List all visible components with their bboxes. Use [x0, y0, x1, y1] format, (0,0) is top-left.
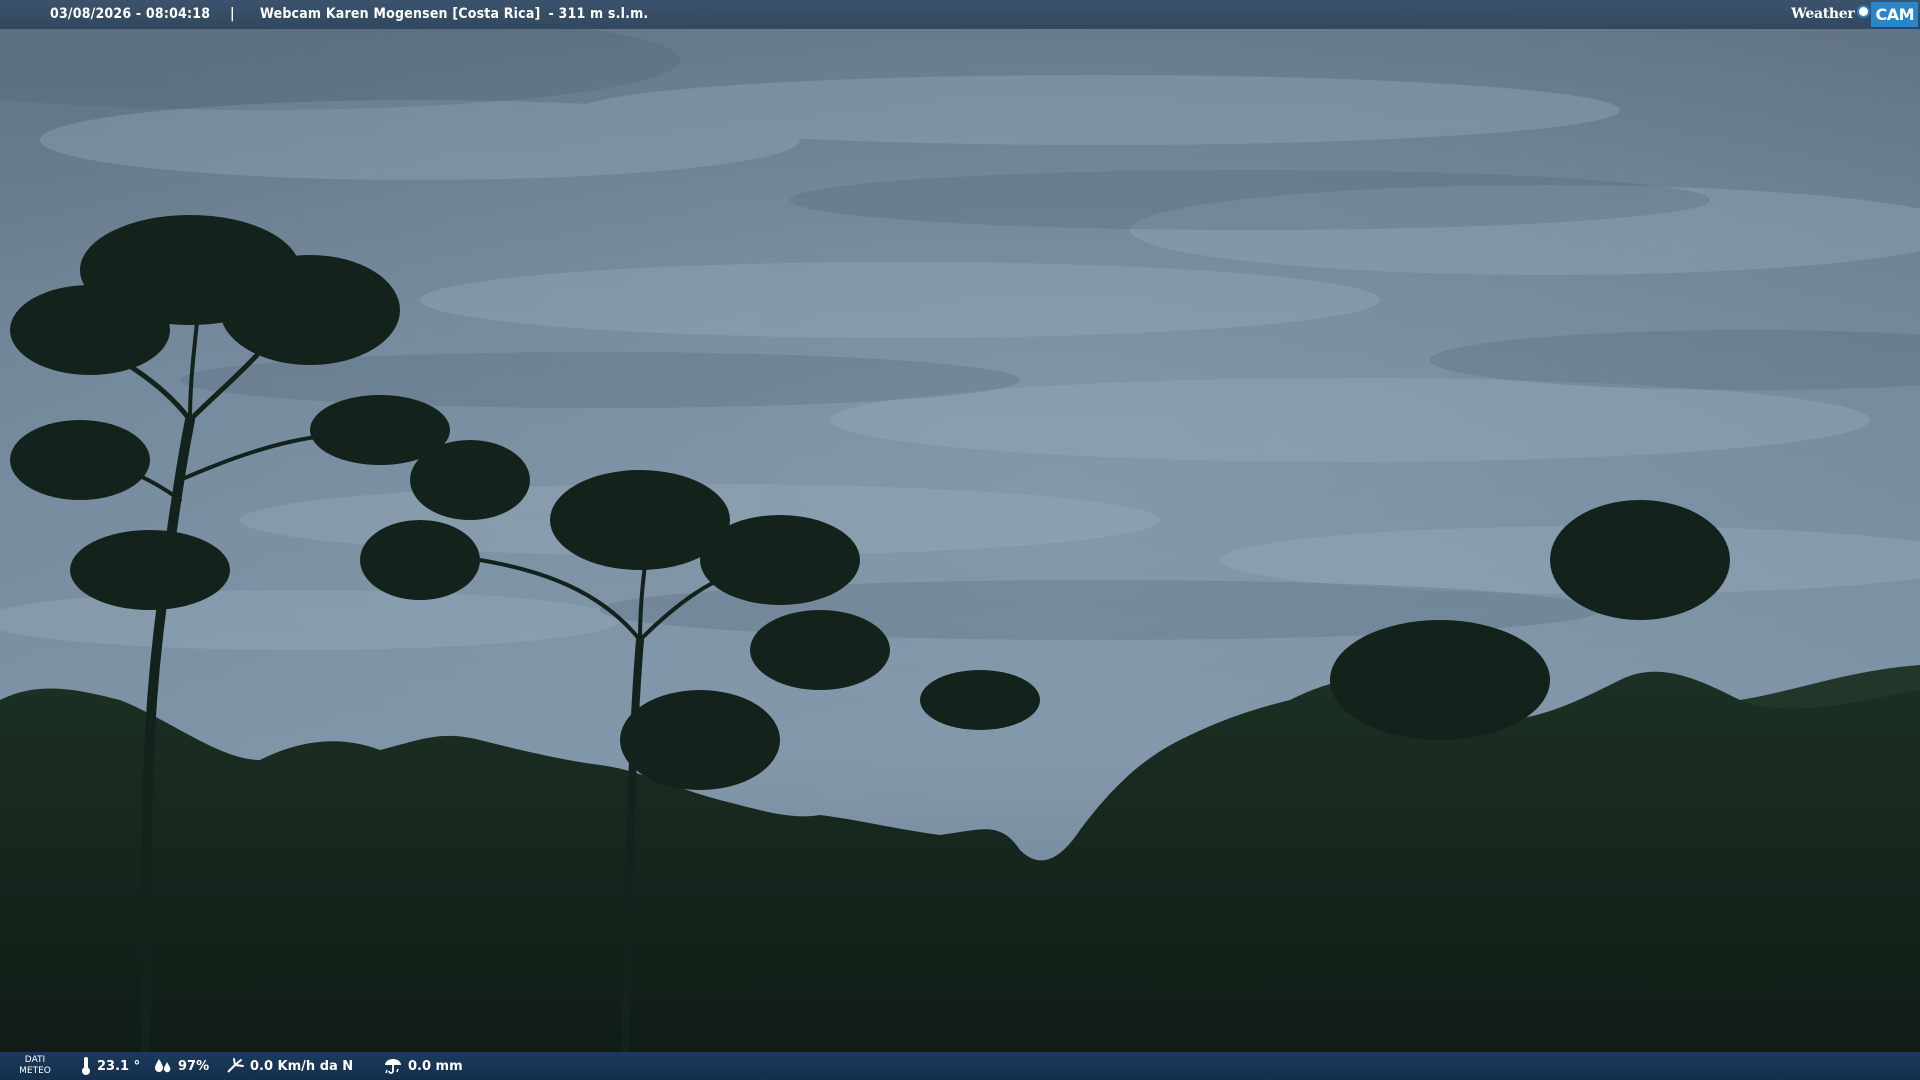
humidity-value: 97%	[178, 1058, 210, 1074]
wind-icon	[227, 1058, 244, 1073]
header-separator: |	[230, 6, 235, 22]
webcam-name: Webcam Karen Mogensen [Costa Rica]	[260, 6, 541, 22]
weathercam-logo: Weather CAM	[1789, 2, 1918, 27]
temperature-value: 23.1 °	[97, 1058, 141, 1074]
meteo-label: DATI METEO	[16, 1055, 54, 1077]
rain-icon	[385, 1059, 401, 1074]
meteo-label-line2: METEO	[19, 1066, 51, 1076]
altitude: - 311 m s.l.m.	[548, 6, 649, 22]
meteo-bar: DATI METEO 23.1 ° 97% 0.0 Km/h da N 0.0 …	[0, 1052, 1920, 1080]
wind-value: 0.0 Km/h da N	[250, 1058, 354, 1074]
humidity-reading: 97%	[153, 1052, 209, 1080]
logo-dot-icon	[1857, 5, 1871, 18]
timestamp: 03/08/2026 - 08:04:18	[50, 6, 211, 22]
rain-value: 0.0 mm	[408, 1058, 463, 1074]
rain-reading: 0.0 mm	[383, 1052, 463, 1080]
webcam-frame: 03/08/2026 - 08:04:18 | Webcam Karen Mog…	[0, 0, 1920, 1080]
temperature-reading: 23.1 °	[80, 1052, 140, 1080]
humidity-icon	[155, 1059, 171, 1073]
wind-reading: 0.0 Km/h da N	[225, 1052, 353, 1080]
webcam-title: Webcam Karen Mogensen [Costa Rica] - 311 …	[260, 6, 648, 22]
logo-cam-text: CAM	[1871, 2, 1918, 27]
thermometer-icon	[82, 1057, 90, 1075]
meteo-label-line1: DATI	[24, 1055, 46, 1065]
logo-weather-text: Weather	[1791, 6, 1855, 22]
webcam-image	[0, 0, 1920, 1080]
top-info-bar: 03/08/2026 - 08:04:18 | Webcam Karen Mog…	[0, 0, 1920, 29]
